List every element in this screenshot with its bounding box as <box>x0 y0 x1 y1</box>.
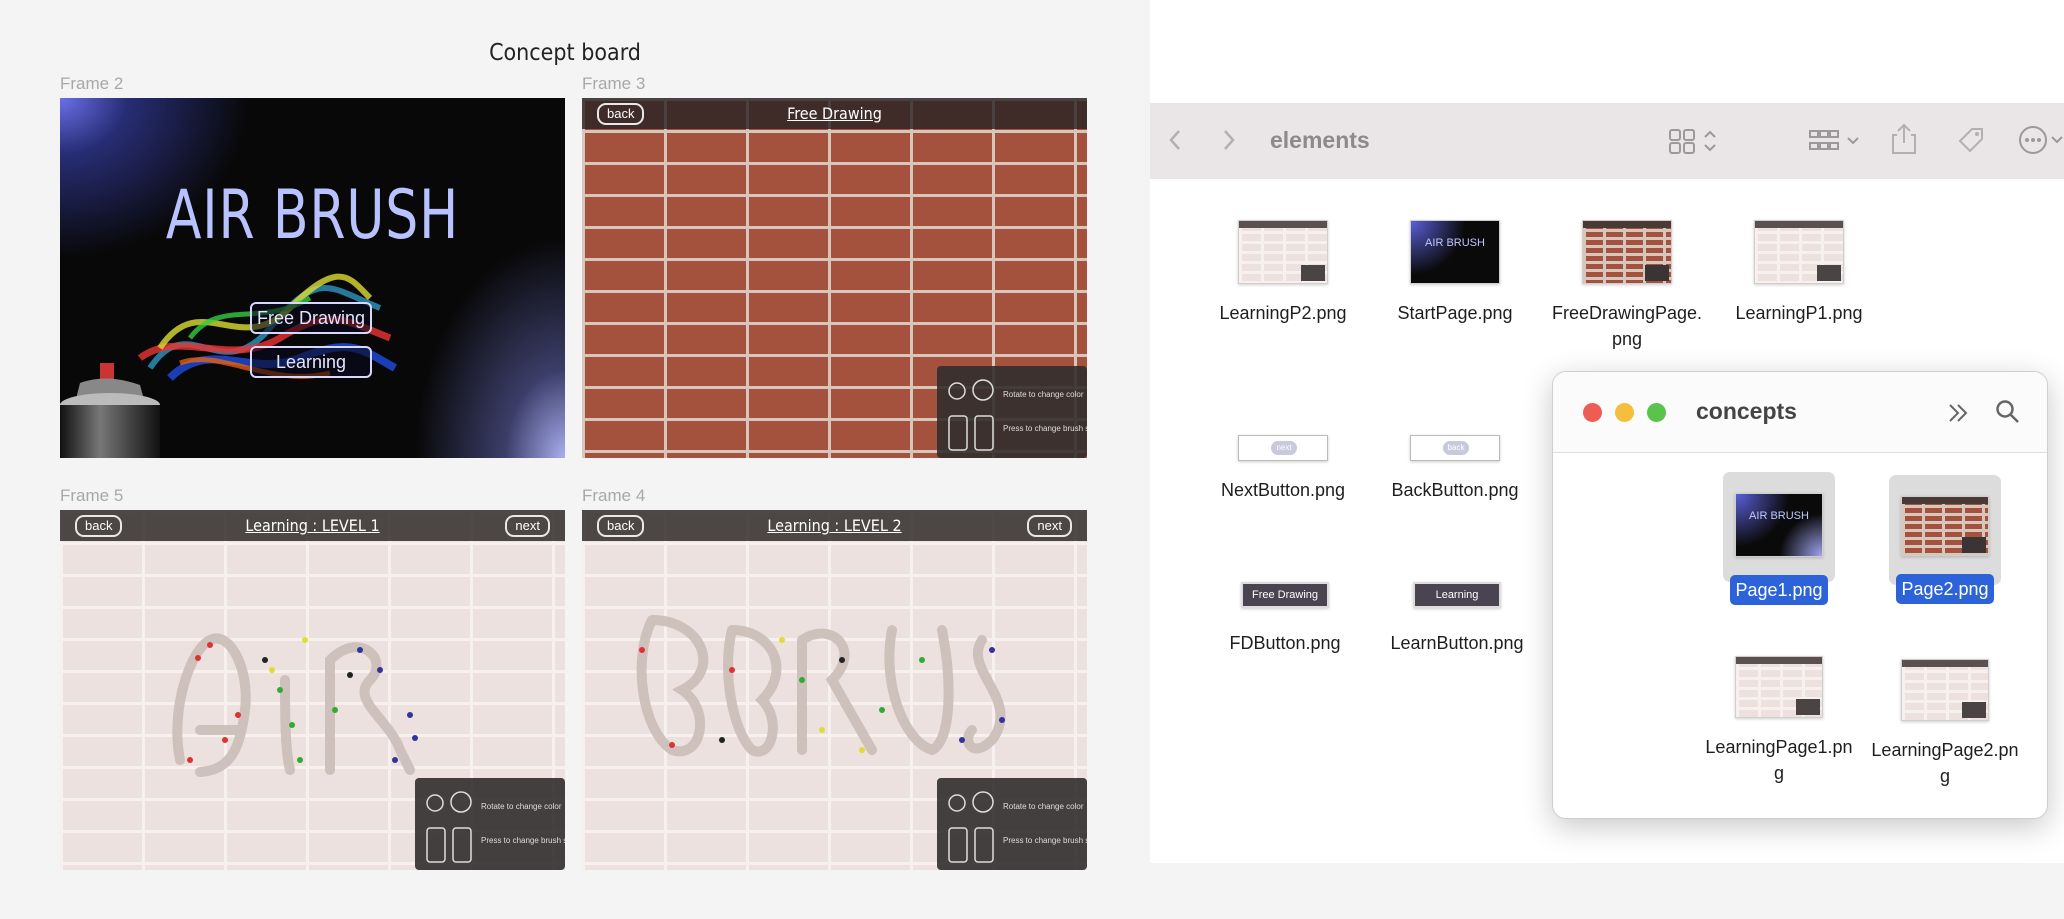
thumb-label: next <box>1271 441 1297 455</box>
hint-press: Press to change brush size <box>481 836 565 845</box>
file-thumbnail <box>1754 220 1844 284</box>
file-thumbnail: Free Drawing <box>1241 582 1329 608</box>
file-thumbnail: AIR BRUSH <box>1735 493 1823 557</box>
app-title: AIR BRUSH <box>165 176 460 255</box>
file-thumbnail <box>1901 496 1989 556</box>
zoom-button[interactable] <box>1647 403 1666 422</box>
thumb-label: Learning <box>1435 589 1479 601</box>
file-name: FDButton.png <box>1229 633 1341 653</box>
frame-learning-level-1[interactable]: back Learning : LEVEL 1 next Rotate to c… <box>60 510 565 870</box>
file-thumbnail: AIR BRUSH <box>1410 220 1500 284</box>
file-item[interactable]: LearningP2.png <box>1198 220 1368 326</box>
concept-file-item[interactable]: LearningPage2.pn g <box>1860 659 2030 789</box>
hint-rotate: Rotate to change color <box>1003 802 1084 811</box>
knob-icon <box>948 791 994 863</box>
file-item[interactable]: FreeDrawingPage. png <box>1542 220 1712 352</box>
controls-hint-panel: Rotate to change color Press to change b… <box>937 778 1087 870</box>
concept-file-item[interactable]: LearningPage1.pn g <box>1694 656 1864 786</box>
board-title: Concept board <box>489 40 641 66</box>
frame-label-5[interactable]: Frame 5 <box>60 486 123 506</box>
file-name: Page1.png <box>1730 575 1828 605</box>
hint-press: Press to change brush size <box>1003 424 1087 433</box>
file-thumbnail <box>1238 220 1328 284</box>
file-thumbnail <box>1735 656 1823 718</box>
file-name: NextButton.png <box>1220 480 1346 500</box>
file-item[interactable]: next NextButton.png <box>1198 435 1368 503</box>
file-thumbnail <box>1582 220 1672 284</box>
file-thumbnail: Learning <box>1413 582 1501 608</box>
file-thumbnail: next <box>1238 435 1328 461</box>
double-chevron-icon[interactable] <box>1947 402 1971 424</box>
controls-hint-panel: Rotate to change color Press to change b… <box>415 778 565 870</box>
group-by-icon[interactable] <box>1808 127 1866 155</box>
thumb-title: AIR BRUSH <box>1749 510 1809 522</box>
more-actions-icon[interactable] <box>2018 125 2064 155</box>
frame-start-page[interactable]: AIR BRUSH Free Drawing Learning <box>60 98 565 458</box>
concept-file-item[interactable]: AIR BRUSH Page1.png <box>1694 493 1864 605</box>
hint-rotate: Rotate to change color <box>1003 390 1084 399</box>
file-name: Page2.png <box>1896 574 1994 604</box>
free-drawing-button[interactable]: Free Drawing <box>250 302 372 334</box>
file-item[interactable]: Free Drawing FDButton.png <box>1200 582 1370 656</box>
controls-hint-panel: Rotate to change color Press to change b… <box>937 366 1087 458</box>
search-icon[interactable] <box>1995 399 2021 425</box>
concepts-window[interactable]: concepts AIR BRUSH Page1.png Page2.png L… <box>1552 371 2048 819</box>
concept-file-item[interactable]: Page2.png <box>1860 496 2030 604</box>
window-title: concepts <box>1696 398 1797 424</box>
file-thumbnail: back <box>1410 435 1500 461</box>
file-item[interactable]: LearningP1.png <box>1714 220 1884 326</box>
learning-button[interactable]: Learning <box>250 346 372 378</box>
share-icon[interactable] <box>1890 123 1918 155</box>
tag-icon[interactable] <box>1956 125 1986 155</box>
top-bar: back Free Drawing <box>582 98 1087 129</box>
frame-label-3[interactable]: Frame 3 <box>582 74 645 94</box>
file-name: LearningP1.png <box>1735 303 1863 323</box>
spray-can-graphic <box>60 363 160 458</box>
folder-title: elements <box>1270 127 1370 153</box>
frame-label-4[interactable]: Frame 4 <box>582 486 645 506</box>
file-name: FreeDrawingPage. png <box>1551 303 1703 349</box>
frame-free-drawing[interactable]: back Free Drawing Rotate to change color… <box>582 98 1087 458</box>
desktop-strip <box>1150 863 2064 919</box>
frame-learning-level-2[interactable]: back Learning : LEVEL 2 next Rotate to c… <box>582 510 1087 870</box>
thumb-label: back <box>1443 441 1469 455</box>
knob-icon <box>426 791 472 863</box>
file-name: LearningPage2.pn g <box>1871 740 2019 786</box>
file-item[interactable]: AIR BRUSH StartPage.png <box>1370 220 1540 326</box>
hint-rotate: Rotate to change color <box>481 802 562 811</box>
concept-board-canvas: Concept board Frame 2 AIR BRUSH Free Dra… <box>0 0 1150 919</box>
icon-view-grid-icon[interactable] <box>1668 127 1720 155</box>
knob-icon <box>948 379 994 451</box>
file-name: StartPage.png <box>1397 303 1513 323</box>
file-name: BackButton.png <box>1391 480 1519 500</box>
file-name: LearningP2.png <box>1219 303 1347 323</box>
file-name: LearningPage1.pn g <box>1705 737 1853 783</box>
thumb-label: Free Drawing <box>1251 589 1319 601</box>
thumb-title: AIR BRUSH <box>1425 237 1485 249</box>
finder-toolbar: elements <box>1150 103 2064 179</box>
page-title: Free Drawing <box>787 104 882 123</box>
minimize-button[interactable] <box>1615 403 1634 422</box>
file-thumbnail <box>1901 659 1989 721</box>
forward-chevron-icon[interactable] <box>1222 129 1236 151</box>
back-chevron-icon[interactable] <box>1168 129 1182 151</box>
window-titlebar: concepts <box>1553 372 2047 453</box>
hint-press: Press to change brush size <box>1003 836 1087 845</box>
frame-label-2[interactable]: Frame 2 <box>60 74 123 94</box>
file-item[interactable]: Learning LearnButton.png <box>1372 582 1542 656</box>
close-button[interactable] <box>1583 403 1602 422</box>
file-item[interactable]: back BackButton.png <box>1370 435 1540 503</box>
file-name: LearnButton.png <box>1390 633 1524 653</box>
